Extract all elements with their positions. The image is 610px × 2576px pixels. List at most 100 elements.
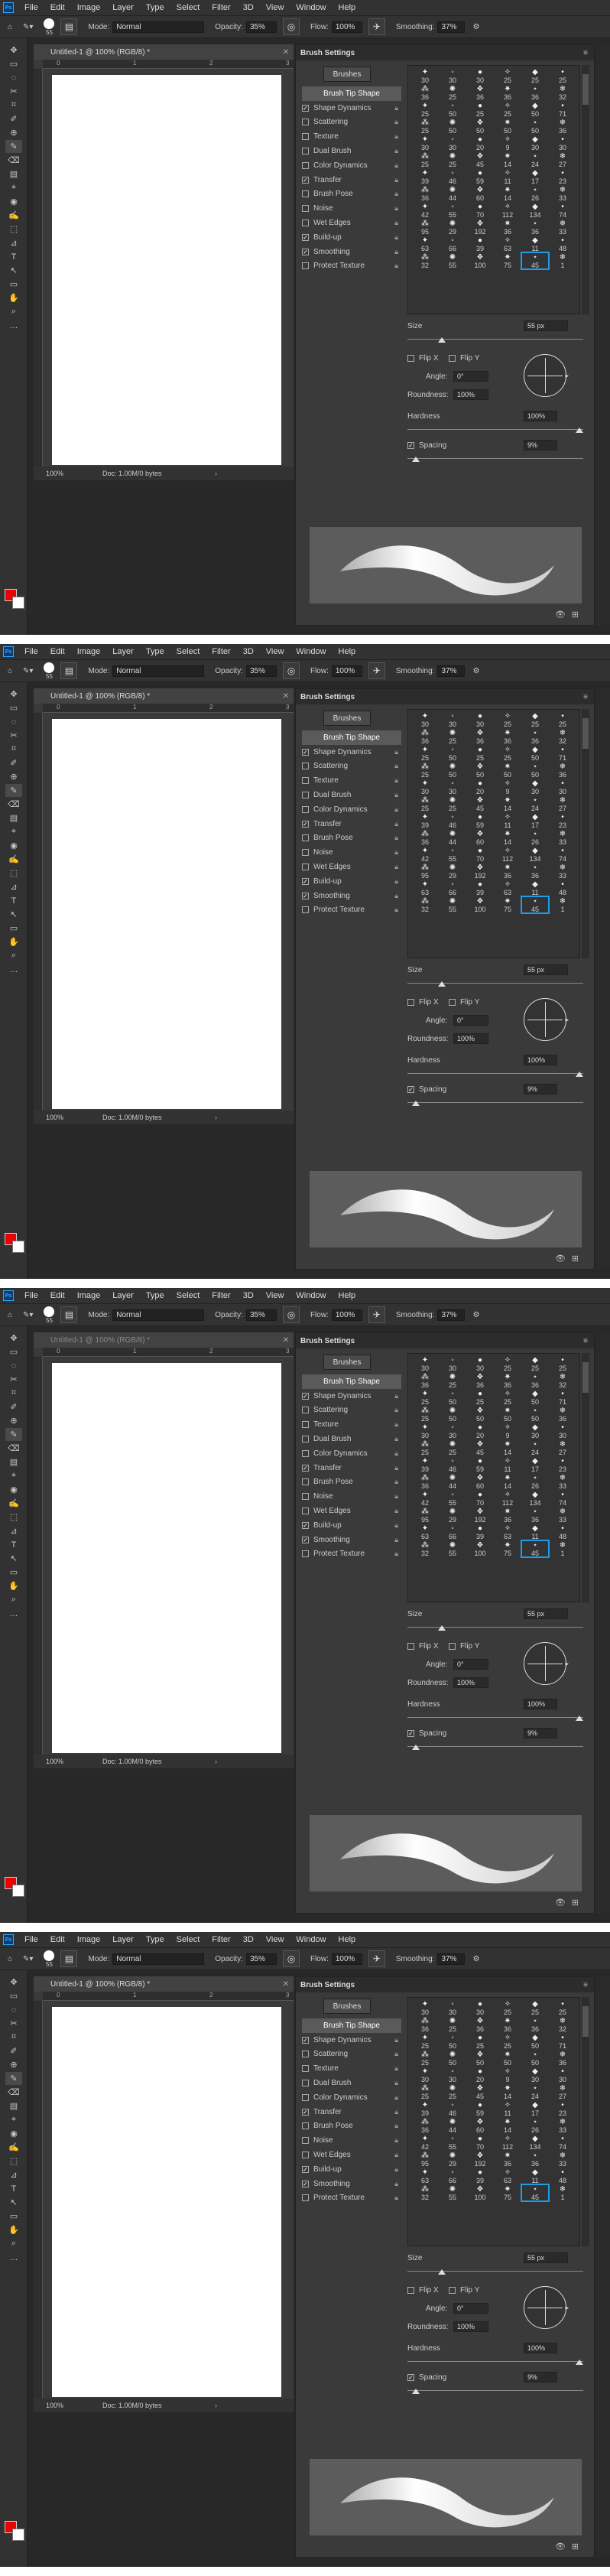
option-row[interactable]: Scattering 🔒︎ <box>302 759 401 774</box>
spacing-box[interactable]: ✓ <box>407 441 414 449</box>
brush-tip-cell[interactable]: ✧ 63 <box>494 236 521 253</box>
brush-tip-cell[interactable]: ❄ 33 <box>549 2117 576 2135</box>
lock-icon[interactable]: 🔒︎ <box>394 2079 398 2087</box>
ruler-vertical[interactable] <box>34 713 43 1111</box>
brush-tip-cell[interactable]: ❖ 36 <box>466 84 494 102</box>
brush-tip-cell[interactable]: ✦ 30 <box>411 711 439 729</box>
brush-tip-cell[interactable]: ⋆ 36 <box>521 863 549 880</box>
brush-tip-cell[interactable]: ❄ 32 <box>549 1372 576 1390</box>
option-row[interactable]: ✓ Transfer 🔒︎ <box>302 173 401 187</box>
lock-icon[interactable]: 🔒︎ <box>394 848 398 857</box>
tool-19-icon[interactable]: ⌕ <box>5 1593 22 1606</box>
tool-15-icon[interactable]: T <box>5 1538 22 1551</box>
brush-tip-cell[interactable]: ◦ 30 <box>439 711 466 729</box>
brush-tip-cell[interactable]: ◦ 66 <box>439 236 466 253</box>
brush-tip-cell[interactable]: ✺ 29 <box>439 219 466 236</box>
brush-tip-cell[interactable]: ⁂ 36 <box>411 185 439 203</box>
brush-tip-cell[interactable]: ⁂ 25 <box>411 1439 439 1457</box>
tool-13-icon[interactable]: ⬚ <box>5 223 22 236</box>
menu-3d[interactable]: 3D <box>237 1935 260 1944</box>
spacing-box[interactable]: ✓ <box>407 1729 414 1737</box>
brush-tip-cell[interactable]: ◆ 30 <box>521 779 549 796</box>
lock-icon[interactable]: 🔒︎ <box>394 1406 398 1414</box>
brush-tip-cell[interactable]: ❖ 100 <box>466 252 494 270</box>
lock-icon[interactable]: 🔒︎ <box>394 1464 398 1472</box>
tool-17-icon[interactable]: ▭ <box>5 278 22 291</box>
brush-tip-cell[interactable]: • 74 <box>549 846 576 864</box>
ruler-horizontal[interactable]: 0123 <box>43 1992 294 2001</box>
brush-tip-cell[interactable]: ❄ 36 <box>549 2050 576 2067</box>
brush-tip-cell[interactable]: ◦ 50 <box>439 2033 466 2051</box>
tool-10-icon[interactable]: ⌖ <box>5 181 22 194</box>
lock-icon[interactable]: 🔒︎ <box>394 248 398 256</box>
lock-icon[interactable]: 🔒︎ <box>394 132 398 141</box>
brush-tip-cell[interactable]: ✷ 75 <box>494 896 521 914</box>
option-checkbox[interactable] <box>302 805 309 813</box>
option-brush-tip-shape[interactable]: Brush Tip Shape <box>302 730 401 745</box>
brush-tip-cell[interactable]: ⋆ 36 <box>521 1372 549 1390</box>
option-row[interactable]: ✓ Build-up 🔒︎ <box>302 2162 401 2177</box>
brush-tip-cell[interactable]: ⁂ 95 <box>411 1507 439 1524</box>
option-row[interactable]: Texture 🔒︎ <box>302 2061 401 2076</box>
tool-0-icon[interactable]: ✥ <box>5 44 22 57</box>
brush-tip-cell[interactable]: ✺ 55 <box>439 896 466 914</box>
spacing-box[interactable]: ✓ <box>407 2373 414 2381</box>
brush-tip-cell[interactable]: ❖ 45 <box>466 795 494 813</box>
brush-tip-cell[interactable]: ✧ 9 <box>494 779 521 796</box>
smoothing-options-icon[interactable]: ⚙ <box>472 667 479 675</box>
spacing-field[interactable]: 9% <box>524 2372 557 2382</box>
color-swatches[interactable] <box>5 1233 26 1254</box>
lock-icon[interactable]: 🔒︎ <box>394 1507 398 1515</box>
brush-tip-cell[interactable]: ⋆ 50 <box>521 2050 549 2067</box>
panel-title[interactable]: Brush Settings <box>300 1981 355 1989</box>
brush-tip-cell[interactable]: ❄ 36 <box>549 118 576 135</box>
close-icon[interactable]: ✕ <box>283 48 289 57</box>
brush-tip-cell[interactable]: ✦ 63 <box>411 880 439 897</box>
menu-type[interactable]: Type <box>140 1291 170 1300</box>
option-checkbox[interactable]: ✓ <box>302 2180 309 2187</box>
lock-icon[interactable]: 🔒︎ <box>394 2194 398 2202</box>
hardness-field[interactable]: 100% <box>524 2343 557 2353</box>
brush-tip-cell[interactable]: ✺ 29 <box>439 863 466 880</box>
mode-select[interactable]: Normal <box>112 21 205 33</box>
brush-tip-cell[interactable]: ⁂ 25 <box>411 151 439 169</box>
brush-tip-cell[interactable]: ⋆ 36 <box>521 728 549 746</box>
panel-menu-icon[interactable]: ≡ <box>583 1337 588 1345</box>
background-color[interactable] <box>12 1241 24 1253</box>
menu-select[interactable]: Select <box>170 1935 206 1944</box>
brush-tip-cell[interactable]: ✺ 55 <box>439 1540 466 1558</box>
brush-tip-cell[interactable]: ✺ 44 <box>439 185 466 203</box>
brush-tip-cell[interactable]: • 71 <box>549 1389 576 1407</box>
grid-scrollbar[interactable] <box>582 1997 589 2246</box>
brush-tip-cell[interactable]: ◦ 46 <box>439 2100 466 2118</box>
angle-arrow-icon[interactable]: ▸ <box>565 2304 569 2312</box>
brush-tip-cell[interactable]: ❄ 32 <box>549 84 576 102</box>
option-row[interactable]: Dual Brush 🔒︎ <box>302 788 401 802</box>
brush-tip-cell[interactable]: ⁂ 32 <box>411 896 439 914</box>
menu-edit[interactable]: Edit <box>44 1291 71 1300</box>
spacing-checkbox[interactable]: ✓ Spacing <box>407 1085 446 1094</box>
option-row[interactable]: Wet Edges 🔒︎ <box>302 2148 401 2162</box>
brush-tip-cell[interactable]: ❄ 33 <box>549 829 576 847</box>
option-row[interactable]: Brush Pose 🔒︎ <box>302 1475 401 1490</box>
brush-tip-cell[interactable]: ⋆ 26 <box>521 1473 549 1491</box>
spacing-slider-knob[interactable] <box>412 1101 420 1106</box>
brush-tip-cell[interactable]: ◆ 50 <box>521 101 549 119</box>
brush-tip-cell[interactable]: • 23 <box>549 1456 576 1474</box>
tool-2-icon[interactable]: ◌ <box>5 71 22 84</box>
brush-tip-cell[interactable]: ⁂ 95 <box>411 863 439 880</box>
lock-icon[interactable]: 🔒︎ <box>394 161 398 170</box>
tool-11-icon[interactable]: ◉ <box>5 2127 22 2140</box>
option-row[interactable]: Wet Edges 🔒︎ <box>302 216 401 230</box>
menu-window[interactable]: Window <box>290 1291 332 1300</box>
brush-tip-cell[interactable]: ✦ 30 <box>411 2067 439 2084</box>
brush-tip-cell[interactable]: ◆ 11 <box>521 2168 549 2185</box>
brush-tip-cell[interactable]: ✷ 36 <box>494 863 521 880</box>
tool-8-icon[interactable]: ⌫ <box>5 2086 22 2099</box>
tool-17-icon[interactable]: ▭ <box>5 2210 22 2223</box>
tool-19-icon[interactable]: ⌕ <box>5 2237 22 2250</box>
tool-14-icon[interactable]: ⊿ <box>5 2168 22 2181</box>
brush-tip-cell[interactable]: • 30 <box>549 779 576 796</box>
option-row[interactable]: Texture 🔒︎ <box>302 1417 401 1432</box>
brush-tip-cell[interactable]: ✺ 25 <box>439 1439 466 1457</box>
